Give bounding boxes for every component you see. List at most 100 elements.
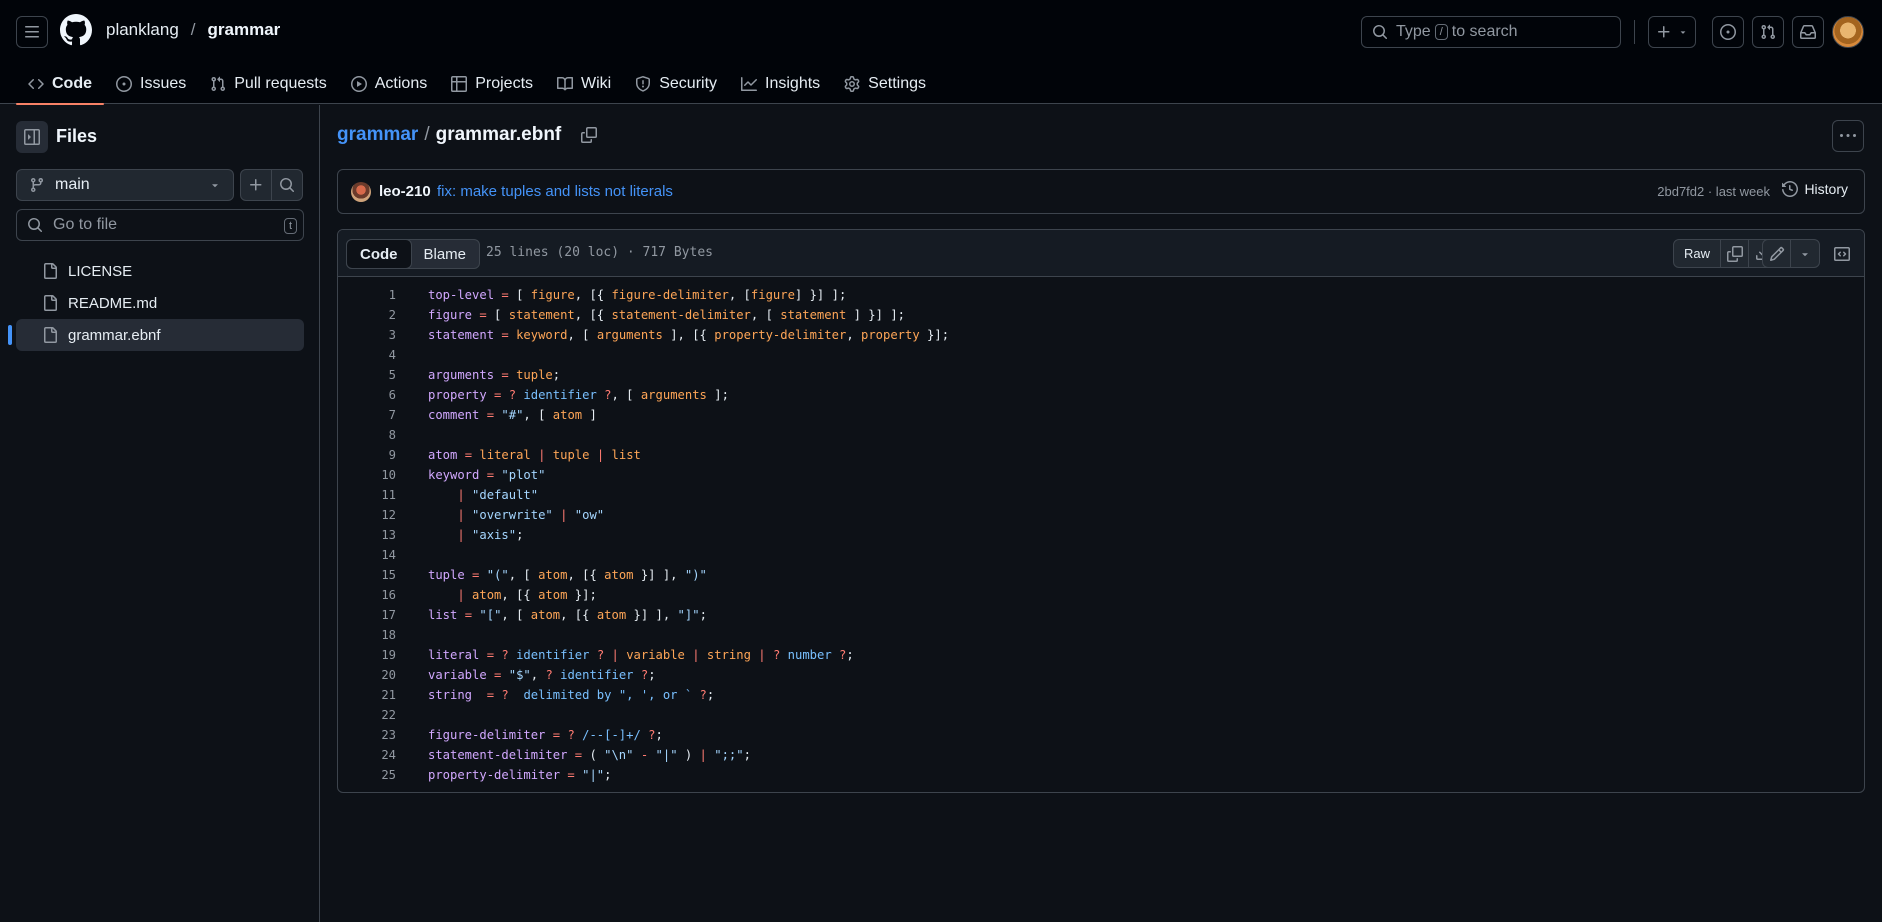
create-new-button[interactable] [1648,16,1696,48]
commit-sha-and-time[interactable]: 2bd7fd2 · last week [1657,184,1770,199]
file-tree-item[interactable]: LICENSE [16,255,304,287]
code-view-button[interactable]: Code [346,239,412,269]
line-number[interactable]: 9 [338,448,396,462]
code-token: , [{ [574,308,612,322]
tab-actions[interactable]: Actions [339,64,439,104]
line-number[interactable]: 22 [338,708,396,722]
commit-message-link[interactable]: fix: make tuples and lists not literals [437,183,673,200]
line-number[interactable]: 14 [338,548,396,562]
tab-code[interactable]: Code [16,64,104,105]
file-viewer-header: Code Blame 25 lines (20 loc) · 717 Bytes… [338,230,1864,277]
branch-selector[interactable]: main [16,169,234,201]
breadcrumb-repo-link[interactable]: grammar [337,124,418,146]
issues-button[interactable] [1712,16,1744,48]
tab-insights[interactable]: Insights [729,64,832,104]
commit-author-avatar[interactable] [351,182,371,202]
add-file-button[interactable] [240,169,272,201]
line-number[interactable]: 11 [338,488,396,502]
history-button[interactable]: History [1782,181,1848,197]
menu-icon[interactable] [16,16,48,48]
line-number[interactable]: 21 [338,688,396,702]
line-number[interactable]: 17 [338,608,396,622]
file-tree-item[interactable]: README.md [16,287,304,319]
blame-view-button[interactable]: Blame [411,240,480,268]
github-logo-icon[interactable] [60,14,92,46]
code-token: "(" [486,568,509,582]
plus-icon [248,177,264,193]
line-number[interactable]: 7 [338,408,396,422]
code-token: atom [596,608,627,622]
tab-label: Projects [475,75,534,92]
code-line: 15 tuple = "(", [ atom, [{ atom }] ], ")" [338,565,1864,585]
code-token: ; [648,668,656,682]
code-token: }]; [567,588,597,602]
line-number[interactable]: 18 [338,628,396,642]
pull-requests-button[interactable] [1752,16,1784,48]
line-number[interactable]: 20 [338,668,396,682]
file-tree-item-selected[interactable]: grammar.ebnf [8,319,304,351]
tab-issues[interactable]: Issues [104,64,198,104]
line-number[interactable]: 4 [338,348,396,362]
line-number[interactable]: 2 [338,308,396,322]
line-number[interactable]: 19 [338,648,396,662]
code-token: property [428,388,487,402]
line-number[interactable]: 5 [338,368,396,382]
user-avatar[interactable] [1832,16,1864,48]
code-token: list [611,448,641,462]
search-input[interactable]: Type / to search [1361,16,1621,48]
triangle-down-icon[interactable] [1791,240,1819,267]
tab-projects[interactable]: Projects [439,64,545,104]
code-token: statement-delimiter [611,308,751,322]
book-icon [557,76,574,92]
code-token: list [428,608,458,622]
tab-wiki[interactable]: Wiki [545,64,623,104]
line-number[interactable]: 10 [338,468,396,482]
code-token: keyword [516,328,568,342]
repo-name-link[interactable]: grammar [208,20,281,40]
line-code: property = ? identifier ?, [ arguments ]… [396,388,729,402]
commit-author[interactable]: leo-210 [379,183,431,200]
code-token: | [692,648,700,662]
search-prefix: Type [1396,23,1431,40]
line-number[interactable]: 24 [338,748,396,762]
kebab-horizontal-icon[interactable] [1832,120,1864,152]
code-content[interactable]: 1 top-level = [ figure, [{ figure-delimit… [338,285,1864,785]
line-code: statement-delimiter = ( "\n" - "|" ) | "… [396,748,751,762]
go-to-file-input[interactable]: Go to file t [16,209,304,241]
line-number[interactable]: 6 [338,388,396,402]
line-number[interactable]: 1 [338,288,396,302]
line-number[interactable]: 25 [338,768,396,782]
tab-settings[interactable]: Settings [832,64,938,104]
pencil-icon[interactable] [1763,240,1791,267]
line-number[interactable]: 3 [338,328,396,342]
code-token: ")" [684,568,707,582]
sidebar-collapse-icon[interactable] [16,121,48,153]
symbols-panel-icon[interactable] [1828,239,1856,268]
code-token: figure-delimiter [428,728,546,742]
code-token: property-delimiter [714,328,847,342]
search-files-button[interactable] [271,169,303,201]
inbox-button[interactable] [1792,16,1824,48]
code-line: 7 comment = "#", [ atom ] [338,405,1864,425]
line-number[interactable]: 15 [338,568,396,582]
repo-owner-link[interactable]: planklang [106,20,179,40]
raw-button[interactable]: Raw [1674,240,1721,267]
line-number[interactable]: 16 [338,588,396,602]
line-code: tuple = "(", [ atom, [{ atom }] ], ")" [396,568,707,582]
code-token: = [486,648,495,662]
tab-pull-requests[interactable]: Pull requests [198,64,339,104]
line-number[interactable]: 23 [338,728,396,742]
copy-path-icon[interactable] [581,127,598,143]
tab-security[interactable]: Security [623,64,729,104]
line-number[interactable]: 8 [338,428,396,442]
line-number[interactable]: 12 [338,508,396,522]
line-number[interactable]: 13 [338,528,396,542]
files-title: Files [56,126,98,146]
copy-raw-icon[interactable] [1721,240,1749,267]
